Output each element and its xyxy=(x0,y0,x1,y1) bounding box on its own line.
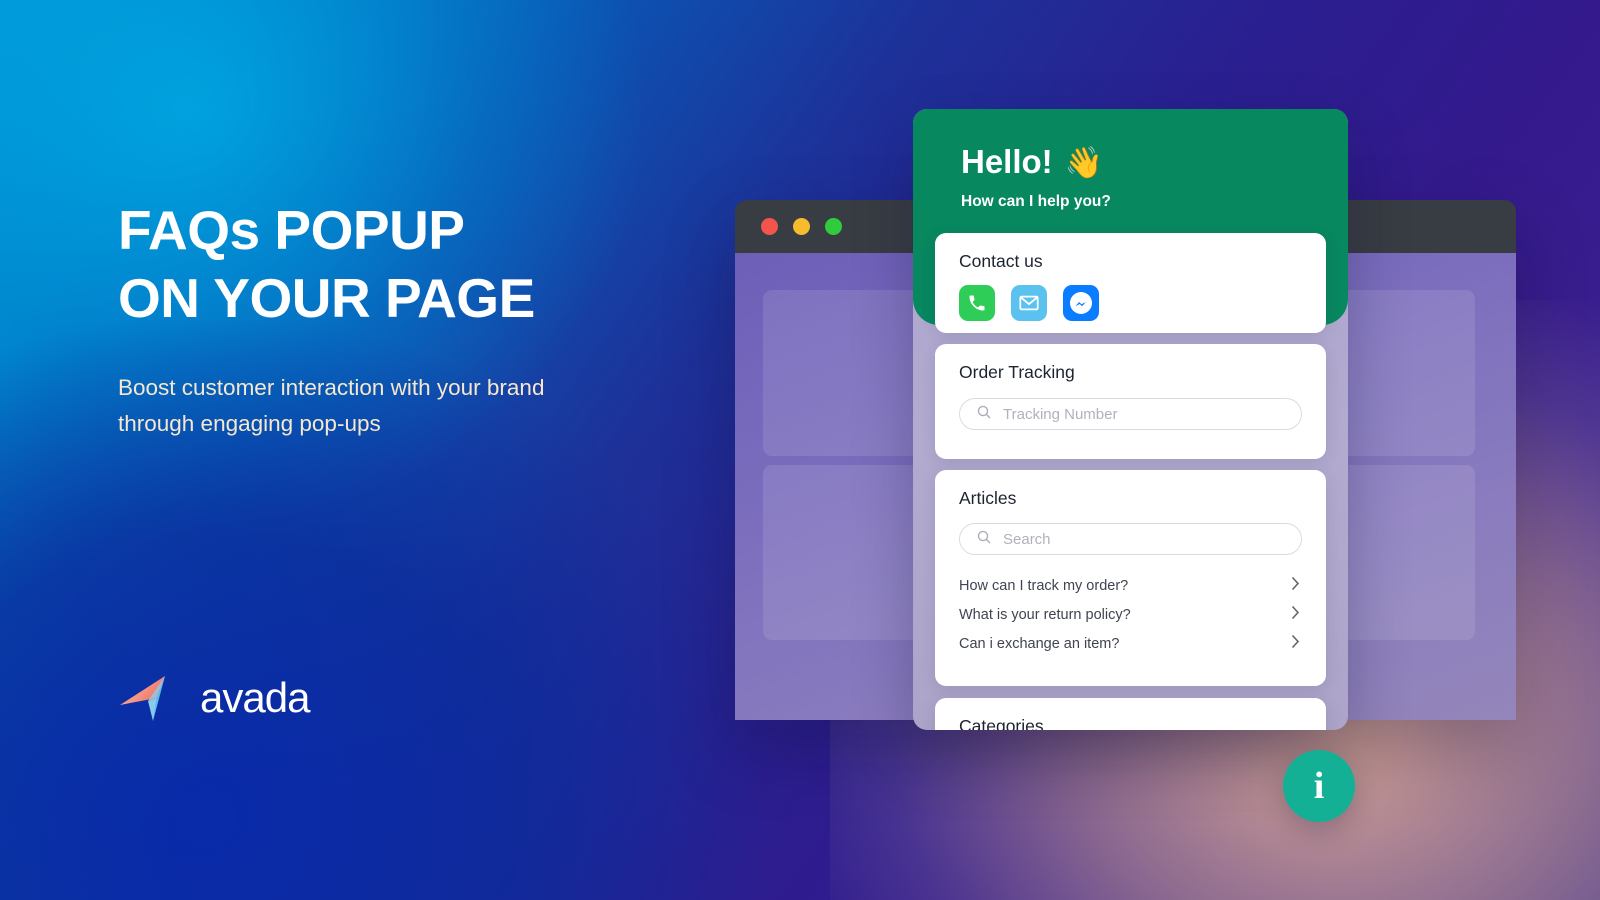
chevron-right-icon xyxy=(1291,605,1300,624)
info-icon: i xyxy=(1313,765,1325,807)
avada-wordmark: avada xyxy=(200,674,310,721)
paper-plane-icon xyxy=(118,668,188,728)
phone-icon[interactable] xyxy=(959,285,995,321)
order-tracking-title: Order Tracking xyxy=(959,362,1075,382)
article-list: How can I track my order? What is your r… xyxy=(959,571,1302,658)
list-item[interactable]: What is your return policy? xyxy=(959,600,1302,629)
contact-us-card: Contact us xyxy=(935,233,1326,333)
page-title: FAQs POPUP ON YOUR PAGE xyxy=(118,196,738,332)
articles-search-input[interactable]: Search xyxy=(959,523,1302,555)
email-icon[interactable] xyxy=(1011,285,1047,321)
list-item[interactable]: Can i exchange an item? xyxy=(959,629,1302,658)
contact-channel-list xyxy=(959,285,1302,321)
categories-title: Categories xyxy=(959,716,1044,730)
widget-greeting-text: Hello! xyxy=(961,143,1053,180)
article-label: How can I track my order? xyxy=(959,577,1129,594)
chevron-right-icon xyxy=(1291,576,1300,595)
articles-search-placeholder: Search xyxy=(1003,530,1051,548)
widget-greeting: Hello! 👋 xyxy=(961,143,1104,180)
headline-line-2: ON YOUR PAGE xyxy=(118,267,535,329)
chevron-right-icon xyxy=(1291,634,1300,653)
faq-popup-widget: Hello! 👋 How can I help you? Contact us xyxy=(913,109,1348,730)
info-button[interactable]: i xyxy=(1283,750,1355,822)
tracking-number-input[interactable]: Tracking Number xyxy=(959,398,1302,430)
maximize-window-button[interactable] xyxy=(825,218,842,235)
search-icon xyxy=(976,404,992,425)
list-item[interactable]: How can I track my order? xyxy=(959,571,1302,600)
tracking-number-placeholder: Tracking Number xyxy=(1003,405,1118,423)
article-label: What is your return policy? xyxy=(959,606,1131,623)
headline-line-1: FAQs POPUP xyxy=(118,199,465,261)
hero-copy: FAQs POPUP ON YOUR PAGE Boost customer i… xyxy=(118,0,738,900)
articles-card: Articles Search How can I track my order… xyxy=(935,470,1326,686)
article-label: Can i exchange an item? xyxy=(959,635,1120,652)
waving-hand-icon: 👋 xyxy=(1064,144,1104,180)
hero-subheadline: Boost customer interaction with your bra… xyxy=(118,375,545,436)
minimize-window-button[interactable] xyxy=(793,218,810,235)
articles-title: Articles xyxy=(959,488,1017,508)
search-icon xyxy=(976,529,992,550)
close-window-button[interactable] xyxy=(761,218,778,235)
order-tracking-card: Order Tracking Tracking Number xyxy=(935,344,1326,459)
avada-logo: avada xyxy=(118,668,310,728)
widget-subtitle: How can I help you? xyxy=(961,193,1111,210)
categories-card: Categories xyxy=(935,698,1326,730)
messenger-icon[interactable] xyxy=(1063,285,1099,321)
contact-us-title: Contact us xyxy=(959,251,1043,271)
